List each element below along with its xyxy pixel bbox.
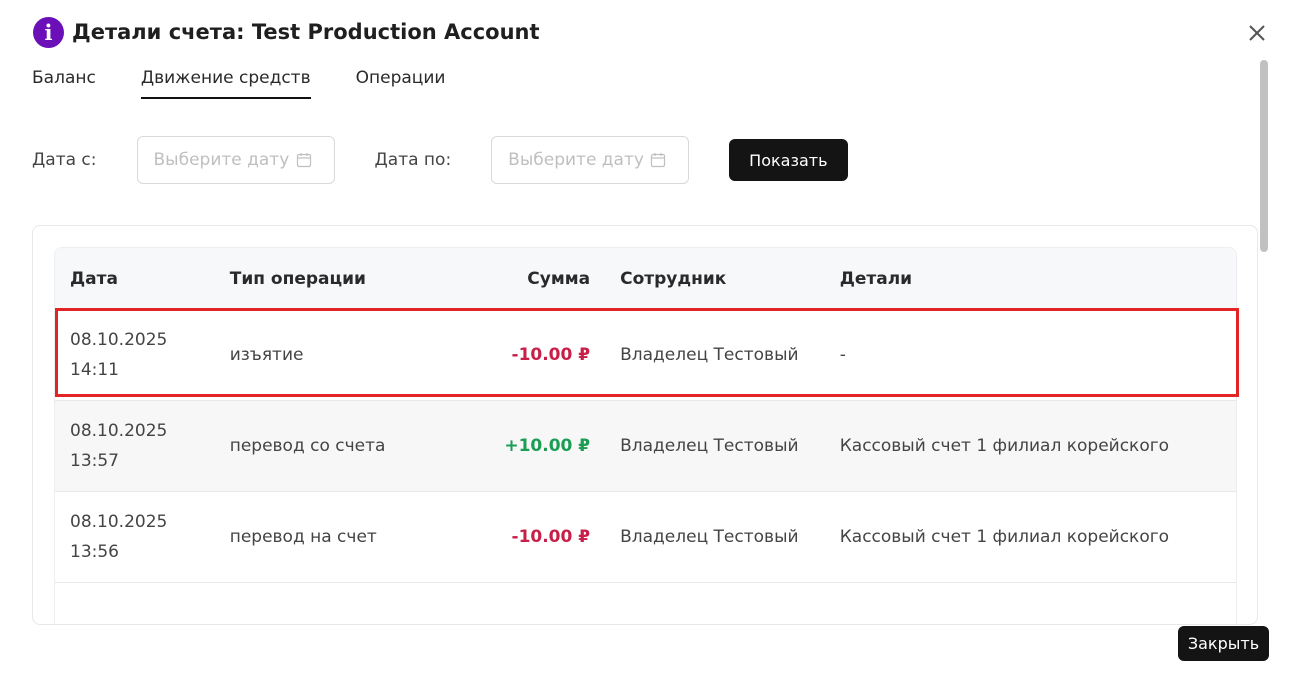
row-type: изъятие	[229, 345, 304, 365]
table-row[interactable]: 08.10.2025 13:57 перевод со счета +10.00…	[55, 401, 1236, 492]
row-type: перевод со счета	[229, 436, 386, 456]
date-from-input[interactable]	[151, 149, 296, 171]
close-button[interactable]	[1244, 20, 1270, 46]
tab-balance[interactable]: Баланс	[32, 68, 96, 99]
show-button[interactable]: Показать	[729, 139, 848, 181]
row-date: 08.10.2025	[70, 512, 168, 532]
date-to-input[interactable]	[506, 149, 651, 171]
close-icon	[1249, 25, 1265, 41]
tabs: Баланс Движение средств Операции	[32, 68, 490, 99]
table-header: Дата Тип операции Сумма Сотрудник Детали	[55, 248, 1236, 310]
tab-operations[interactable]: Операции	[356, 68, 446, 99]
row-type: перевод на счет	[229, 527, 377, 547]
date-to-label: Дата по:	[374, 150, 452, 170]
row-employee: Владелец Тестовый	[620, 436, 799, 456]
date-filters: Дата с: Дата по: Показать	[32, 135, 848, 185]
calendar-icon	[296, 153, 311, 168]
row-details: Кассовый счет 1 филиал корейского	[839, 527, 1170, 547]
header-date: Дата	[70, 268, 118, 289]
row-time: 13:57	[70, 451, 119, 471]
modal-header: i Детали счета: Test Production Account	[33, 16, 540, 48]
table-row[interactable]: 08.10.2025 14:11 изъятие -10.00 ₽ Владел…	[55, 310, 1236, 401]
row-amount: -10.00 ₽	[511, 345, 591, 365]
row-datetime: 08.10.2025 13:56	[55, 507, 230, 567]
row-datetime: 08.10.2025 13:57	[55, 416, 230, 476]
header-employee: Сотрудник	[620, 268, 727, 289]
calendar-icon	[651, 153, 666, 168]
row-datetime: 08.10.2025 14:11	[55, 325, 230, 385]
date-to-picker[interactable]	[491, 136, 690, 184]
row-amount: -10.00 ₽	[511, 527, 591, 547]
tab-cash-flow[interactable]: Движение средств	[140, 68, 311, 99]
row-employee: Владелец Тестовый	[620, 527, 799, 547]
modal-title: Детали счета: Test Production Account	[72, 20, 540, 44]
header-amount: Сумма	[527, 268, 591, 289]
scroll-thumb[interactable]	[1260, 60, 1268, 252]
row-amount: +10.00 ₽	[504, 436, 591, 456]
row-details: -	[839, 345, 846, 365]
row-time: 13:56	[70, 542, 119, 562]
close-modal-button[interactable]: Закрыть	[1178, 626, 1269, 661]
header-type: Тип операции	[229, 268, 366, 289]
header-details: Детали	[839, 268, 913, 289]
info-icon: i	[33, 16, 64, 48]
row-details: Кассовый счет 1 филиал корейского	[839, 436, 1170, 456]
row-datetime	[55, 610, 230, 624]
row-time: 14:11	[70, 360, 119, 380]
row-date: 08.10.2025	[70, 421, 168, 441]
scrollbar[interactable]	[1259, 58, 1269, 606]
date-from-picker[interactable]	[136, 136, 335, 184]
transactions-card: Дата Тип операции Сумма Сотрудник Детали…	[32, 225, 1258, 625]
row-date: 08.10.2025	[70, 330, 168, 350]
date-from-label: Дата с:	[32, 150, 97, 170]
table-row-partial[interactable]	[55, 583, 1236, 624]
table-row[interactable]: 08.10.2025 13:56 перевод на счет -10.00 …	[55, 492, 1236, 583]
transactions-table: Дата Тип операции Сумма Сотрудник Детали…	[54, 247, 1237, 624]
row-employee: Владелец Тестовый	[620, 345, 799, 365]
